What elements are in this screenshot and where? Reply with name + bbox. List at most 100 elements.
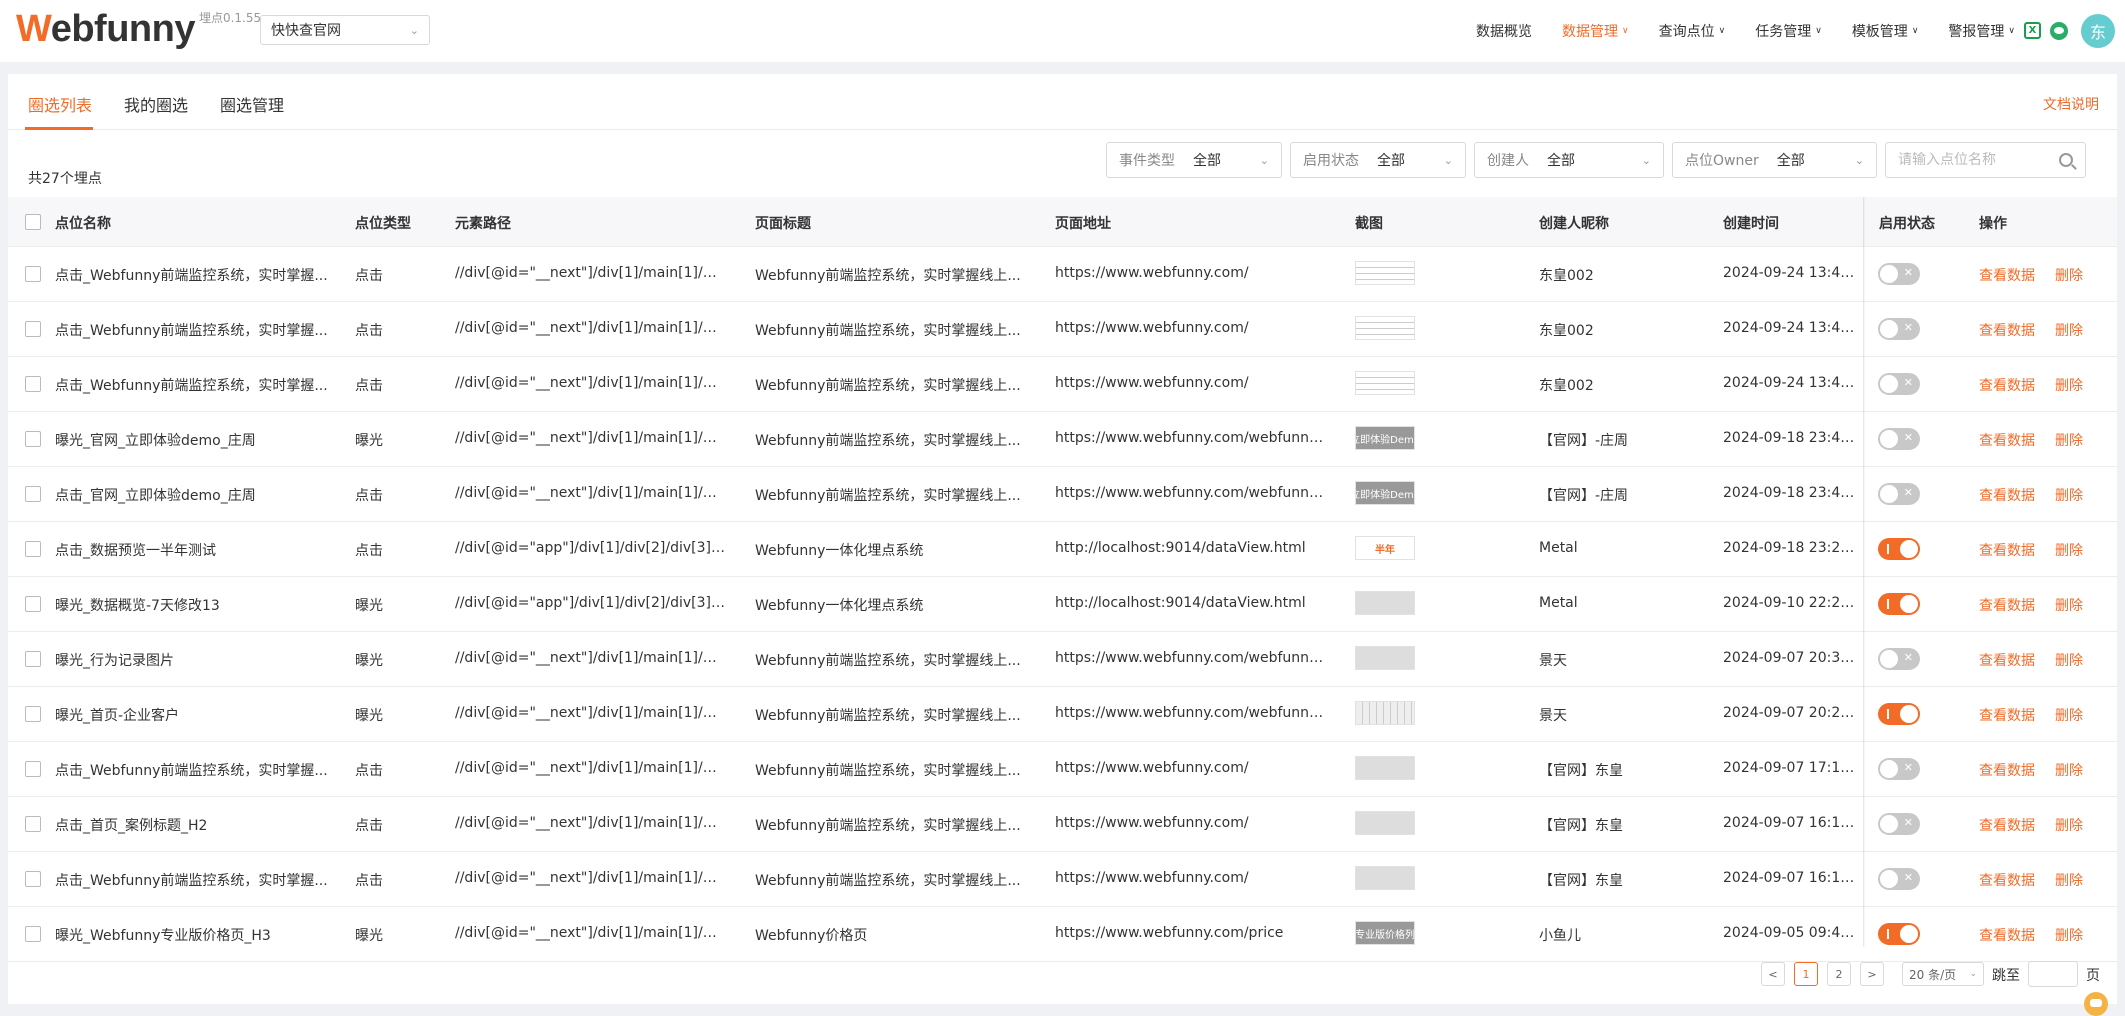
row-checkbox[interactable] xyxy=(25,541,41,557)
view-data-link[interactable]: 查看数据 xyxy=(1979,925,2035,945)
view-data-link[interactable]: 查看数据 xyxy=(1979,760,2035,780)
view-data-link[interactable]: 查看数据 xyxy=(1979,870,2035,890)
view-data-link[interactable]: 查看数据 xyxy=(1979,815,2035,835)
delete-link[interactable]: 删除 xyxy=(2055,540,2083,560)
enabled-toggle[interactable] xyxy=(1878,593,1920,615)
enabled-toggle[interactable] xyxy=(1878,923,1920,945)
view-data-link[interactable]: 查看数据 xyxy=(1979,705,2035,725)
next-page-button[interactable]: > xyxy=(1860,962,1884,986)
wechat-icon[interactable] xyxy=(2050,22,2068,40)
page-2-button[interactable]: 2 xyxy=(1827,962,1851,986)
enabled-toggle[interactable] xyxy=(1878,263,1920,285)
delete-link[interactable]: 删除 xyxy=(2055,265,2083,285)
screenshot-thumbnail[interactable] xyxy=(1355,646,1415,670)
view-data-link[interactable]: 查看数据 xyxy=(1979,320,2035,340)
row-checkbox[interactable] xyxy=(25,816,41,832)
screenshot-thumbnail[interactable] xyxy=(1355,811,1415,835)
delete-link[interactable]: 删除 xyxy=(2055,925,2083,945)
row-checkbox[interactable] xyxy=(25,706,41,722)
nav-item-4[interactable]: 模板管理 ∨ xyxy=(1852,21,1919,41)
screenshot-thumbnail[interactable] xyxy=(1355,316,1415,340)
filter-owner[interactable]: 点位Owner 全部 ⌄ xyxy=(1672,142,1877,178)
enabled-toggle[interactable] xyxy=(1878,813,1920,835)
enabled-toggle[interactable] xyxy=(1878,868,1920,890)
screenshot-thumbnail[interactable] xyxy=(1355,701,1415,725)
row-checkbox[interactable] xyxy=(25,926,41,942)
view-data-link[interactable]: 查看数据 xyxy=(1979,265,2035,285)
row-checkbox[interactable] xyxy=(25,486,41,502)
view-data-link[interactable]: 查看数据 xyxy=(1979,595,2035,615)
view-data-link[interactable]: 查看数据 xyxy=(1979,650,2035,670)
view-data-link[interactable]: 查看数据 xyxy=(1979,375,2035,395)
enabled-toggle[interactable] xyxy=(1878,373,1920,395)
chat-icon[interactable] xyxy=(2084,992,2108,1016)
row-checkbox[interactable] xyxy=(25,871,41,887)
enabled-toggle[interactable] xyxy=(1878,428,1920,450)
nav-item-1[interactable]: 数据管理 ∨ xyxy=(1562,21,1629,41)
logo[interactable]: Webfunny 埋点0.1.55 xyxy=(16,6,261,52)
row-checkbox[interactable] xyxy=(25,266,41,282)
tab-circle-management[interactable]: 圈选管理 xyxy=(220,92,284,116)
jump-page-input[interactable] xyxy=(2028,961,2078,987)
enabled-toggle[interactable] xyxy=(1878,538,1920,560)
delete-link[interactable]: 删除 xyxy=(2055,430,2083,450)
doc-link[interactable]: 文档说明 xyxy=(2043,94,2099,114)
screenshot-thumbnail[interactable] xyxy=(1355,591,1415,615)
enabled-toggle[interactable] xyxy=(1878,703,1920,725)
nav-item-2[interactable]: 查询点位 ∨ xyxy=(1659,21,1726,41)
screenshot-thumbnail[interactable] xyxy=(1355,371,1415,395)
avatar[interactable]: 东 xyxy=(2081,14,2115,48)
view-data-link[interactable]: 查看数据 xyxy=(1979,430,2035,450)
screenshot-thumbnail[interactable] xyxy=(1355,756,1415,780)
cell-path: //div[@id="__next"]/div[1]/main[1]/div[.… xyxy=(455,760,725,776)
prev-page-button[interactable]: < xyxy=(1761,962,1785,986)
screenshot-thumbnail[interactable] xyxy=(1355,866,1415,890)
tab-my-circles[interactable]: 我的圈选 xyxy=(124,92,188,116)
nav-item-0[interactable]: 数据概览 xyxy=(1476,21,1532,41)
view-data-link[interactable]: 查看数据 xyxy=(1979,485,2035,505)
filter-enabled-status[interactable]: 启用状态 全部 ⌄ xyxy=(1290,142,1466,178)
chevron-down-icon: ⌄ xyxy=(1443,153,1453,167)
filter-label: 点位Owner xyxy=(1685,153,1759,169)
screenshot-thumbnail[interactable]: 立即体验Demo xyxy=(1355,426,1415,450)
delete-link[interactable]: 删除 xyxy=(2055,870,2083,890)
tab-circle-list[interactable]: 圈选列表 xyxy=(28,92,92,116)
enabled-toggle[interactable] xyxy=(1878,758,1920,780)
cell-path: //div[@id="__next"]/div[1]/main[1]/div[.… xyxy=(455,265,725,281)
select-all-checkbox[interactable] xyxy=(25,214,41,230)
cell-type: 点击 xyxy=(355,323,383,339)
delete-link[interactable]: 删除 xyxy=(2055,760,2083,780)
excel-icon[interactable]: X xyxy=(2024,22,2041,39)
delete-link[interactable]: 删除 xyxy=(2055,595,2083,615)
delete-link[interactable]: 删除 xyxy=(2055,320,2083,340)
enabled-toggle[interactable] xyxy=(1878,648,1920,670)
screenshot-thumbnail[interactable]: 立即体验Demo xyxy=(1355,481,1415,505)
row-checkbox[interactable] xyxy=(25,321,41,337)
delete-link[interactable]: 删除 xyxy=(2055,815,2083,835)
nav-item-3[interactable]: 任务管理 ∨ xyxy=(1755,21,1822,41)
row-checkbox[interactable] xyxy=(25,761,41,777)
view-data-link[interactable]: 查看数据 xyxy=(1979,540,2035,560)
search-icon[interactable] xyxy=(2059,153,2073,167)
filter-creator[interactable]: 创建人 全部 ⌄ xyxy=(1474,142,1664,178)
delete-link[interactable]: 删除 xyxy=(2055,705,2083,725)
screenshot-thumbnail[interactable] xyxy=(1355,261,1415,285)
enabled-toggle[interactable] xyxy=(1878,318,1920,340)
enabled-toggle[interactable] xyxy=(1878,483,1920,505)
delete-link[interactable]: 删除 xyxy=(2055,375,2083,395)
cell-time: 2024-09-10 22:23:22 xyxy=(1723,595,1863,611)
screenshot-thumbnail[interactable]: 半年 xyxy=(1355,536,1415,560)
filter-event-type[interactable]: 事件类型 全部 ⌄ xyxy=(1106,142,1282,178)
delete-link[interactable]: 删除 xyxy=(2055,485,2083,505)
row-checkbox[interactable] xyxy=(25,651,41,667)
search-input[interactable] xyxy=(1898,152,2048,168)
screenshot-thumbnail[interactable]: 专业版价格列 xyxy=(1355,921,1415,945)
row-checkbox[interactable] xyxy=(25,431,41,447)
row-checkbox[interactable] xyxy=(25,596,41,612)
row-checkbox[interactable] xyxy=(25,376,41,392)
page-1-button[interactable]: 1 xyxy=(1794,962,1818,986)
delete-link[interactable]: 删除 xyxy=(2055,650,2083,670)
nav-item-5[interactable]: 警报管理 ∨ xyxy=(1948,21,2015,41)
page-size-select[interactable]: 20 条/页 ⌄ xyxy=(1902,962,1984,986)
project-select[interactable]: 快快查官网 ⌄ xyxy=(260,15,430,45)
